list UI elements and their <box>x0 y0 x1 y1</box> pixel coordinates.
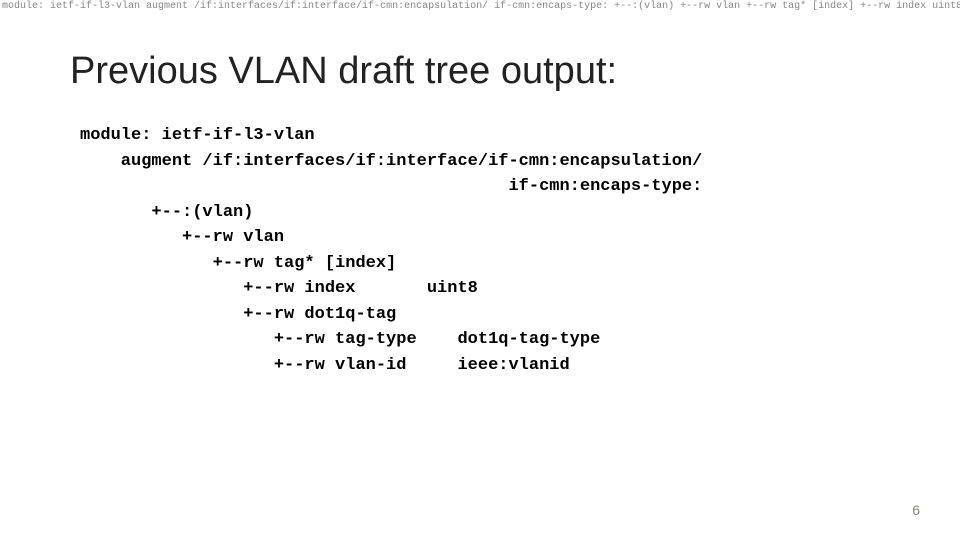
header-strip: module: ietf-if-l3-vlan augment /if:inte… <box>0 0 960 14</box>
page-number: 6 <box>912 502 920 518</box>
slide-body: Previous VLAN draft tree output: module:… <box>0 30 960 540</box>
page-title: Previous VLAN draft tree output: <box>70 50 890 93</box>
yang-tree-output: module: ietf-if-l3-vlan augment /if:inte… <box>80 123 890 378</box>
